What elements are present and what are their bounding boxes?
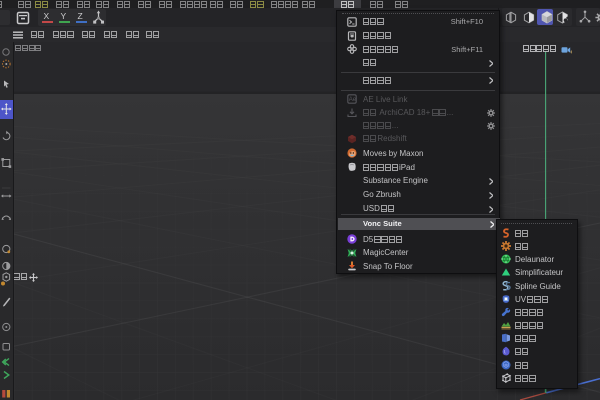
svg-text:Ae: Ae [349, 97, 357, 103]
